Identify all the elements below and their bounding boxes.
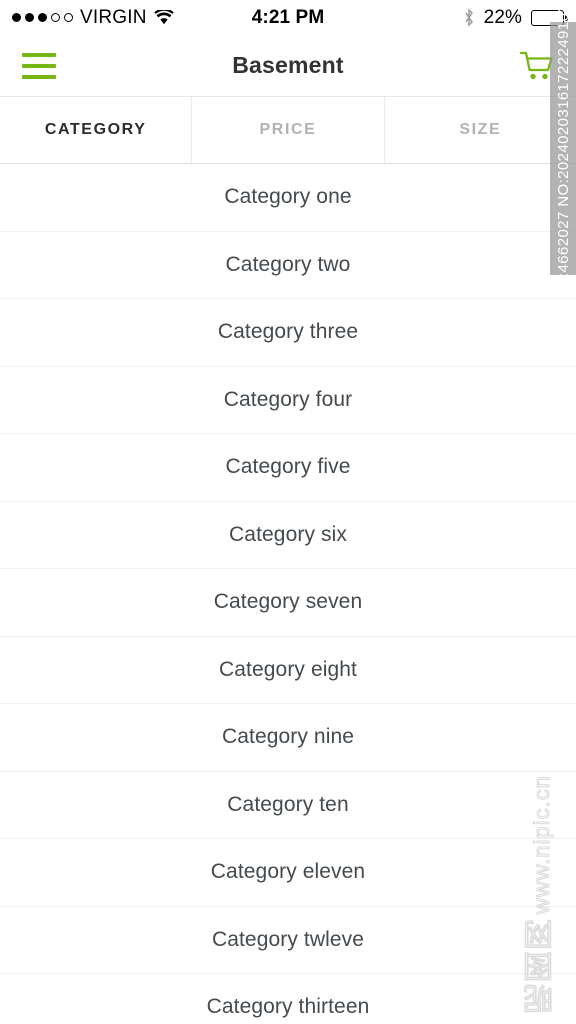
list-item[interactable]: Category eight — [0, 636, 576, 704]
list-item[interactable]: Category five — [0, 434, 576, 502]
category-list[interactable]: Category one Category two Category three Ca… — [0, 164, 576, 1024]
list-item[interactable]: Category nine — [0, 704, 576, 772]
list-item[interactable]: Category one — [0, 164, 576, 232]
status-bar: VIRGIN 4:21 PM 22% — [0, 0, 576, 35]
list-item[interactable]: Category eleven — [0, 839, 576, 907]
list-item[interactable]: Category ten — [0, 771, 576, 839]
list-item[interactable]: Category two — [0, 231, 576, 299]
list-item[interactable]: Category three — [0, 299, 576, 367]
page-title: Basement — [232, 52, 344, 78]
shopping-cart-icon[interactable] — [519, 51, 554, 81]
tab-size[interactable]: SIZE — [383, 97, 576, 163]
status-bar-right: 22% — [463, 6, 568, 29]
hamburger-menu-icon[interactable] — [22, 50, 56, 82]
battery-percent-label: 22% — [483, 6, 522, 28]
list-item[interactable]: Category six — [0, 501, 576, 569]
phone-screen: VIRGIN 4:21 PM 22% Basement CATEGORY PRI… — [0, 0, 576, 1024]
navigation-bar: Basement — [0, 35, 576, 97]
list-item[interactable]: Category twleve — [0, 906, 576, 974]
tab-category[interactable]: CATEGORY — [0, 97, 192, 163]
bluetooth-icon — [463, 8, 475, 27]
list-item[interactable]: Category four — [0, 366, 576, 434]
list-item[interactable]: Category seven — [0, 569, 576, 637]
list-item[interactable]: Category thirteen — [0, 974, 576, 1024]
battery-icon — [531, 9, 568, 26]
filter-tab-bar: CATEGORY PRICE SIZE — [0, 97, 576, 164]
tab-price[interactable]: PRICE — [191, 97, 384, 163]
